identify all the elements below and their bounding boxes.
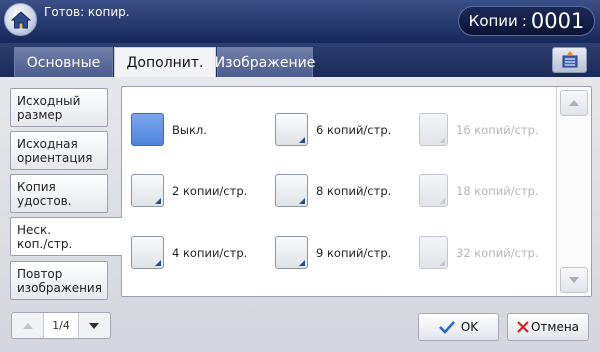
option-16up: 16 копий/стр. bbox=[419, 113, 539, 146]
option-16up-label: 16 копий/стр. bbox=[456, 122, 539, 137]
tab-image-label: Изображение bbox=[214, 54, 316, 71]
option-2up-checkbox[interactable] bbox=[131, 174, 164, 207]
tab-bar: Основные Дополнит. Изображение bbox=[0, 43, 600, 78]
side-poster-repeat[interactable]: Повтор изображения bbox=[10, 261, 108, 300]
option-6up[interactable]: 6 копий/стр. bbox=[275, 113, 391, 146]
copies-separator: : bbox=[521, 12, 527, 30]
triangle-up-icon bbox=[22, 322, 33, 329]
job-list-icon bbox=[562, 51, 577, 68]
side-n-up-label: Неск. коп./стр. bbox=[17, 222, 73, 251]
option-9up[interactable]: 9 копий/стр. bbox=[275, 236, 391, 269]
side-original-size-label: Исходный размер bbox=[17, 93, 81, 122]
option-2up-label: 2 копии/стр. bbox=[172, 183, 248, 198]
ok-button[interactable]: OK bbox=[418, 313, 499, 341]
option-18up-checkbox bbox=[419, 174, 448, 207]
copies-value: 0001 bbox=[530, 9, 585, 33]
option-off[interactable]: Выкл. bbox=[131, 113, 207, 146]
cancel-button[interactable]: Отмена bbox=[507, 313, 589, 341]
job-status-button[interactable] bbox=[552, 47, 587, 73]
home-icon bbox=[10, 10, 31, 28]
option-6up-checkbox[interactable] bbox=[275, 113, 308, 146]
pager-page-number: 1/4 bbox=[43, 313, 79, 338]
close-icon bbox=[517, 321, 529, 333]
checkmark-icon bbox=[438, 321, 455, 334]
option-off-checkbox[interactable] bbox=[131, 113, 164, 146]
tab-basic-label: Основные bbox=[26, 54, 101, 71]
option-4up-checkbox[interactable] bbox=[131, 236, 164, 269]
option-4up-label: 4 копии/стр. bbox=[172, 245, 248, 260]
option-32up-label: 32 копий/стр. bbox=[456, 245, 539, 260]
copies-counter[interactable]: Копии : 0001 bbox=[458, 6, 595, 36]
tab-advanced[interactable]: Дополнит. bbox=[114, 47, 216, 78]
copies-label: Копии bbox=[468, 12, 518, 30]
option-8up-checkbox[interactable] bbox=[275, 174, 308, 207]
option-9up-label: 9 копий/стр. bbox=[316, 245, 392, 260]
option-2up[interactable]: 2 копии/стр. bbox=[131, 174, 247, 207]
tab-advanced-label: Дополнит. bbox=[126, 55, 204, 71]
top-bar: Готов: копир. Копии : 0001 bbox=[0, 0, 600, 43]
ok-label: OK bbox=[460, 320, 479, 334]
triangle-up-icon bbox=[569, 100, 579, 106]
option-off-label: Выкл. bbox=[172, 122, 207, 137]
option-6up-label: 6 копий/стр. bbox=[316, 122, 392, 137]
status-text: Готов: копир. bbox=[44, 5, 130, 19]
side-n-up[interactable]: Неск. коп./стр. bbox=[10, 217, 122, 256]
side-id-copy[interactable]: Копия удостов. bbox=[10, 174, 108, 213]
scroll-up-button[interactable] bbox=[560, 90, 588, 116]
side-id-copy-label: Копия удостов. bbox=[17, 179, 72, 208]
copy-screen: Готов: копир. Копии : 0001 Основные Допо… bbox=[0, 0, 600, 352]
side-original-orientation-label: Исходная ориентация bbox=[17, 136, 93, 165]
option-18up: 18 копий/стр. bbox=[419, 174, 539, 207]
triangle-down-icon bbox=[569, 277, 579, 283]
option-32up-checkbox bbox=[419, 236, 448, 269]
side-original-size[interactable]: Исходный размер bbox=[10, 88, 108, 127]
option-32up: 32 копий/стр. bbox=[419, 236, 539, 269]
option-4up[interactable]: 4 копии/стр. bbox=[131, 236, 247, 269]
options-scrollbar[interactable] bbox=[556, 87, 591, 296]
triangle-down-icon bbox=[89, 322, 100, 329]
menu-pager: 1/4 bbox=[11, 312, 111, 339]
option-8up[interactable]: 8 копий/стр. bbox=[275, 174, 391, 207]
option-18up-label: 18 копий/стр. bbox=[456, 183, 539, 198]
home-button[interactable] bbox=[4, 3, 37, 36]
pager-down-button[interactable] bbox=[79, 313, 110, 338]
option-9up-checkbox[interactable] bbox=[275, 236, 308, 269]
side-poster-repeat-label: Повтор изображения bbox=[17, 266, 102, 295]
option-16up-checkbox bbox=[419, 113, 448, 146]
option-8up-label: 8 копий/стр. bbox=[316, 183, 392, 198]
tab-basic[interactable]: Основные bbox=[14, 47, 113, 77]
side-original-orientation[interactable]: Исходная ориентация bbox=[10, 131, 108, 170]
cancel-label: Отмена bbox=[530, 320, 580, 334]
tab-image[interactable]: Изображение bbox=[214, 47, 316, 77]
pager-up-button[interactable] bbox=[12, 313, 43, 338]
scroll-down-button[interactable] bbox=[560, 267, 588, 293]
